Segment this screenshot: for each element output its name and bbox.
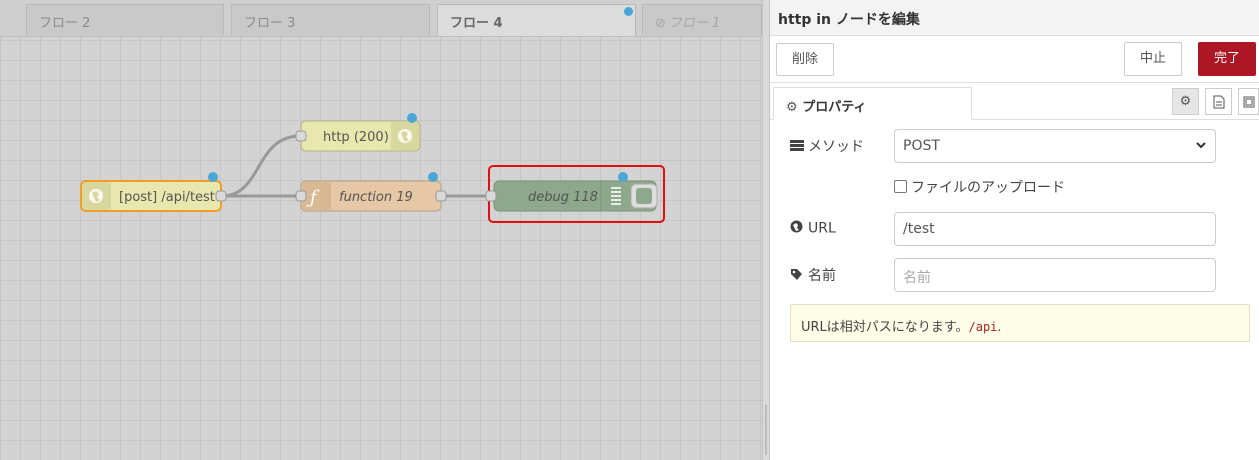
name-input[interactable]: 名前 <box>894 258 1216 292</box>
tag-icon <box>790 268 806 285</box>
method-label-text: メソッド <box>808 139 864 155</box>
node-http-response[interactable]: http (200) <box>295 113 421 152</box>
globe-icon <box>398 129 412 143</box>
node-debug[interactable]: debug 118 <box>485 165 665 223</box>
name-label: 名前 <box>790 265 836 285</box>
node-label: function 19 <box>339 190 413 205</box>
method-select[interactable]: POST <box>894 129 1216 163</box>
tasks-icon <box>790 139 806 155</box>
tab-label: プロパティ <box>802 100 867 115</box>
delete-button[interactable]: 削除 <box>776 43 834 76</box>
gear-icon: ⚙ <box>1179 94 1192 109</box>
url-input[interactable]: /test <box>894 212 1216 246</box>
frame-icon <box>1243 96 1254 107</box>
globe-icon <box>790 220 806 237</box>
url-label-text: URL <box>808 220 836 237</box>
flow-canvas: [post] /api/test http (200) ƒ function 1… <box>80 113 665 223</box>
flow-workspace[interactable]: フロー 2 フロー 3 フロー 4 ⊘ フロー 1 [post] /api/tes… <box>0 0 762 460</box>
appearance-tab-button[interactable] <box>1238 88 1259 115</box>
method-select-value: POST <box>903 138 940 154</box>
method-label: メソッド <box>790 136 864 156</box>
editor-tabs: ⚙ プロパティ ⚙ <box>770 83 1259 120</box>
upload-checkbox-label: ファイルのアップロード <box>911 180 1065 196</box>
url-label: URL <box>790 220 836 237</box>
node-label: http (200) <box>323 130 389 145</box>
settings-tab-button[interactable]: ⚙ <box>1172 88 1199 115</box>
wire[interactable] <box>221 134 301 198</box>
node-label: debug 118 <box>528 190 598 205</box>
tip-text: URLは相対パスになります。 <box>801 320 969 335</box>
globe-icon <box>89 189 103 203</box>
url-input-value: /test <box>903 221 935 237</box>
tab-properties[interactable]: ⚙ プロパティ <box>773 87 972 120</box>
node-label: [post] /api/test <box>119 190 215 205</box>
changed-indicator-icon <box>208 172 218 182</box>
node-http-in[interactable]: [post] /api/test <box>80 172 227 212</box>
node-editor-panel: http in ノードを編集 削除 中止 完了 ⚙ プロパティ ⚙ メソッド P… <box>770 0 1259 460</box>
panel-splitter[interactable] <box>762 0 770 460</box>
gear-icon: ⚙ <box>786 100 798 115</box>
editor-toolbar: 削除 中止 完了 <box>770 36 1259 83</box>
editor-title: http in ノードを編集 <box>770 0 1259 36</box>
chevron-down-icon <box>1196 142 1206 149</box>
cancel-button[interactable]: 中止 <box>1124 42 1182 76</box>
description-tab-button[interactable] <box>1205 88 1232 115</box>
changed-indicator-icon <box>407 113 417 123</box>
document-icon <box>1213 95 1224 108</box>
name-label-text: 名前 <box>808 268 836 284</box>
node-function[interactable]: ƒ function 19 <box>295 172 447 212</box>
tip-code: /api <box>968 320 998 334</box>
done-button[interactable]: 完了 <box>1198 42 1256 76</box>
name-input-placeholder: 名前 <box>903 270 931 286</box>
upload-checkbox[interactable] <box>894 180 907 193</box>
changed-indicator-icon <box>428 172 438 182</box>
debug-toggle-icon <box>636 188 652 204</box>
upload-checkbox-row[interactable]: ファイルのアップロード <box>894 177 1065 197</box>
changed-indicator-icon <box>618 172 628 182</box>
splitter-grip[interactable] <box>765 405 767 455</box>
form-tip: URLは相対パスになります。/api. <box>790 304 1250 342</box>
tip-suffix: . <box>997 320 1002 335</box>
